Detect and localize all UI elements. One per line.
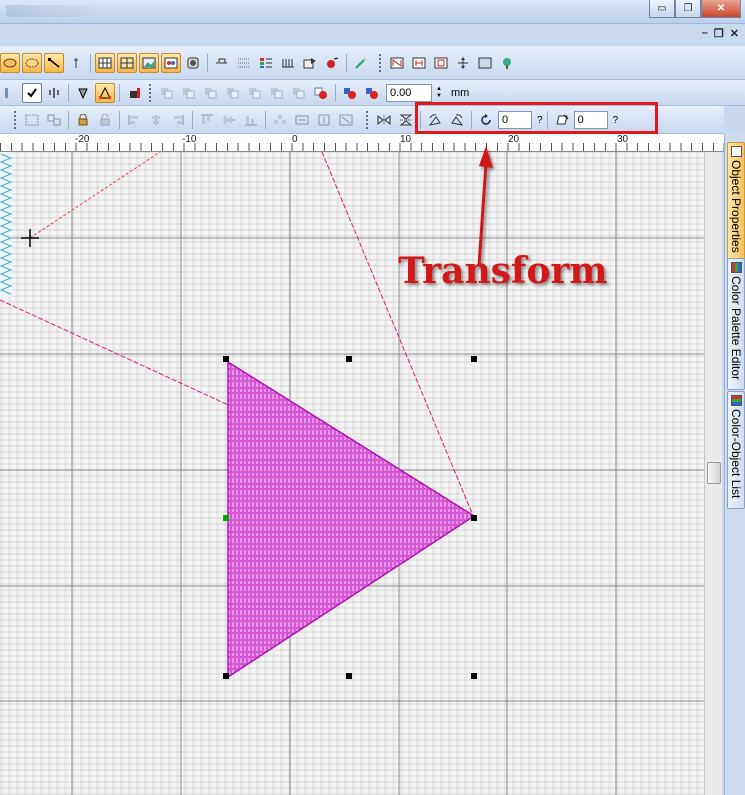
move-arrows-icon[interactable] (453, 53, 473, 73)
color-merge-icon[interactable] (362, 83, 382, 103)
arrange-5-icon[interactable] (245, 83, 265, 103)
ellipse-tool-icon[interactable] (0, 53, 20, 73)
tree-icon[interactable] (497, 53, 517, 73)
unlock-icon[interactable] (95, 110, 115, 130)
unit-label: mm (451, 87, 470, 99)
tab-label: Object Properties (729, 160, 743, 253)
arrange-6-icon[interactable] (267, 83, 287, 103)
align-bottom-icon[interactable] (241, 110, 261, 130)
offset-input[interactable]: 0.00 (386, 84, 432, 102)
edit-points-icon[interactable] (44, 53, 64, 73)
needle-icon[interactable] (44, 83, 64, 103)
tab-label: Color Palette Editor (729, 276, 743, 381)
tab-object-properties[interactable]: Object Properties (727, 142, 745, 260)
maximize-button[interactable]: ❐ (675, 0, 701, 18)
color-fill-icon[interactable] (311, 83, 331, 103)
distribute-icon[interactable] (270, 110, 290, 130)
stitch-sequence-icon[interactable] (278, 53, 298, 73)
size-width-icon[interactable] (292, 110, 312, 130)
ruler-label: -10 (182, 134, 197, 145)
arrange-7-icon[interactable] (289, 83, 309, 103)
arrange-2-icon[interactable] (179, 83, 199, 103)
toolbar-row-1 (0, 46, 745, 80)
sew-simulation-icon[interactable] (322, 53, 342, 73)
palette-icon (730, 262, 742, 273)
dotted-grid-icon[interactable] (234, 53, 254, 73)
color-list-icon (730, 395, 742, 406)
mirror-horizontal-icon[interactable] (374, 110, 394, 130)
minimize-button[interactable]: ▭ (649, 0, 675, 18)
arrange-1-icon[interactable] (157, 83, 177, 103)
magic-wand-icon[interactable] (351, 53, 371, 73)
align-frame-icon[interactable] (22, 110, 42, 130)
size-both-icon[interactable] (336, 110, 356, 130)
picture-icon[interactable] (139, 53, 159, 73)
mdi-close-button[interactable]: ✕ (730, 27, 739, 40)
selection-handles[interactable] (0, 152, 722, 795)
side-dock: Object Properties Color Palette Editor C… (724, 134, 745, 795)
color-palette-icon[interactable] (161, 53, 181, 73)
sequence-h-icon[interactable] (409, 53, 429, 73)
fill-grid-icon[interactable] (117, 53, 137, 73)
mdi-strip: – ❐ ✕ (0, 24, 745, 44)
scroll-left-icon[interactable] (0, 83, 20, 103)
close-button[interactable]: ✕ (701, 0, 741, 18)
window-controls: ▭ ❐ ✕ (649, 0, 741, 18)
ruler-label: -20 (75, 134, 90, 145)
offset-spinner[interactable]: ▲ ▼ (434, 84, 444, 102)
vertical-scrollbar[interactable] (704, 152, 722, 795)
arrange-4-icon[interactable] (223, 83, 243, 103)
mirror-vertical-icon[interactable] (396, 110, 416, 130)
align-left-icon[interactable] (124, 110, 144, 130)
ruler-label: 0 (292, 134, 298, 145)
align-top-icon[interactable] (197, 110, 217, 130)
color-swap-icon[interactable] (340, 83, 360, 103)
properties-icon (730, 146, 742, 157)
curve-tool-icon[interactable] (22, 53, 42, 73)
transform-annotation-label: Transform (398, 250, 608, 292)
align-node-icon[interactable] (44, 110, 64, 130)
design-canvas[interactable] (0, 152, 722, 795)
stitch-icon[interactable] (212, 53, 232, 73)
scrollbar-thumb[interactable] (707, 462, 721, 484)
lock-icon[interactable] (124, 83, 144, 103)
ruler-label: 30 (617, 134, 629, 145)
ruler-label: 20 (508, 134, 520, 145)
triangle-tool-icon[interactable] (73, 83, 93, 103)
size-height-icon[interactable] (314, 110, 334, 130)
tab-color-palette-editor[interactable]: Color Palette Editor (727, 258, 745, 390)
export-icon[interactable] (300, 53, 320, 73)
check-box-icon[interactable] (22, 83, 42, 103)
node-tool-icon[interactable] (95, 83, 115, 103)
color-list-icon[interactable] (256, 53, 276, 73)
ruler-label: 10 (400, 134, 412, 145)
grid-icon[interactable] (95, 53, 115, 73)
tab-label: Color-Object List (729, 409, 743, 499)
horizontal-ruler: -20 -10 0 10 20 30 (0, 134, 724, 152)
mdi-minimize-button[interactable]: – (702, 27, 708, 40)
transform-highlight-frame (415, 102, 658, 134)
satin-column-icon[interactable] (66, 53, 86, 73)
tab-color-object-list[interactable]: Color-Object List (727, 391, 745, 509)
sequence-n-icon[interactable] (387, 53, 407, 73)
align-center-icon[interactable] (146, 110, 166, 130)
window-titlebar: ▭ ❐ ✕ (0, 0, 745, 24)
sequence-box-icon[interactable] (431, 53, 451, 73)
align-middle-icon[interactable] (219, 110, 239, 130)
arrange-3-icon[interactable] (201, 83, 221, 103)
mdi-restore-button[interactable]: ❐ (714, 27, 724, 40)
window-title (6, 5, 96, 17)
padlock-icon[interactable] (73, 110, 93, 130)
frame-icon[interactable] (475, 53, 495, 73)
hoop-icon[interactable] (183, 53, 203, 73)
align-right-icon[interactable] (168, 110, 188, 130)
